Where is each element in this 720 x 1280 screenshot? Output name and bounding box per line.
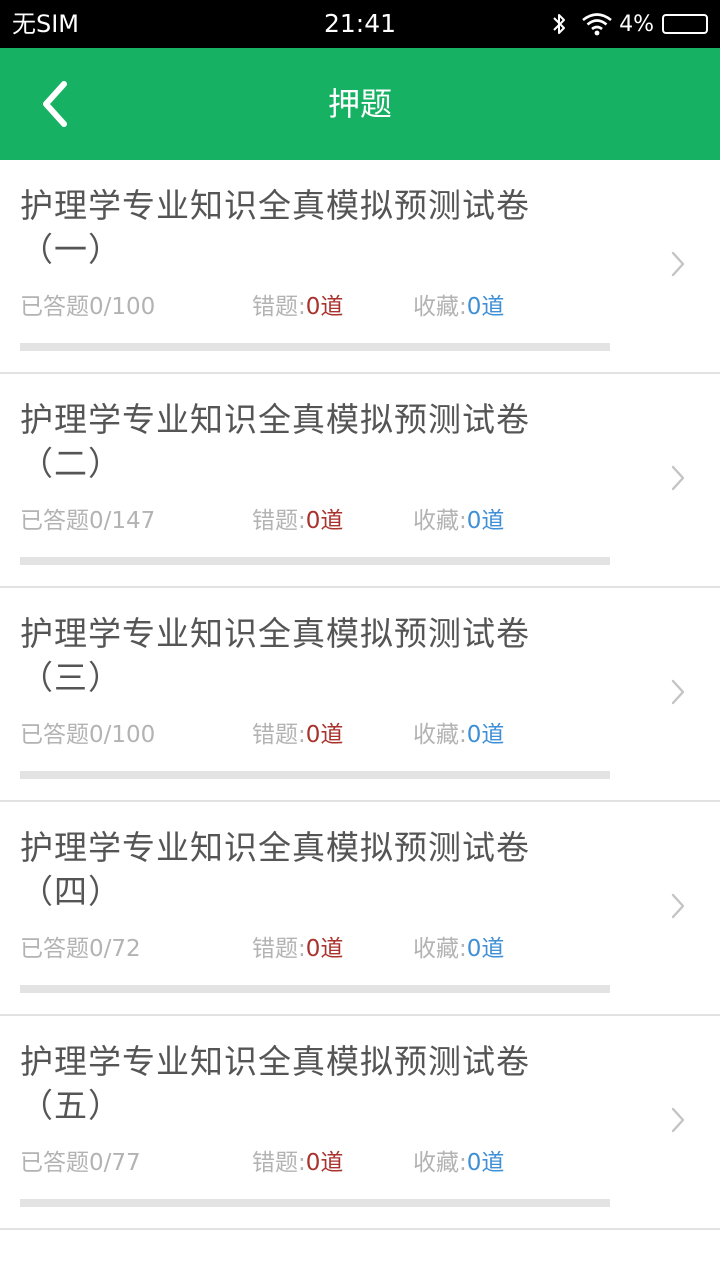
favorite-label: 收藏:	[413, 722, 467, 748]
paper-title: 护理学专业知识全真模拟预测试卷（二）	[20, 400, 530, 483]
wifi-icon	[582, 13, 612, 36]
favorite-value: 0道	[466, 1150, 505, 1176]
exam-paper-item[interactable]: 护理学专业知识全真模拟预测试卷（三） 已答题0/100 错题:0道 收藏:0道	[0, 588, 720, 802]
wrong-label: 错题:	[252, 722, 306, 748]
favorite-count: 收藏:0道	[413, 1148, 504, 1178]
wrong-label: 错题:	[252, 508, 306, 534]
wrong-count: 错题:0道	[252, 506, 343, 536]
status-indicators: 4%	[551, 10, 708, 38]
battery-icon	[662, 14, 708, 34]
favorite-count: 收藏:0道	[413, 720, 504, 750]
exam-paper-item[interactable]: 护理学专业知识全真模拟预测试卷（二） 已答题0/147 错题:0道 收藏:0道	[0, 374, 720, 588]
paper-title: 护理学专业知识全真模拟预测试卷（五）	[20, 1042, 530, 1125]
chevron-right-icon	[671, 465, 685, 491]
wrong-label: 错题:	[252, 294, 306, 320]
paper-title: 护理学专业知识全真模拟预测试卷（三）	[20, 614, 530, 697]
answered-count: 已答题0/77	[20, 1150, 141, 1176]
wrong-label: 错题:	[252, 1150, 306, 1176]
wrong-value: 0道	[305, 1150, 344, 1176]
favorite-count: 收藏:0道	[413, 506, 504, 536]
exam-paper-item[interactable]: 护理学专业知识全真模拟预测试卷（四） 已答题0/72 错题:0道 收藏:0道	[0, 802, 720, 1016]
answered-count: 已答题0/72	[20, 936, 141, 962]
progress-bar	[20, 557, 610, 565]
favorite-label: 收藏:	[413, 294, 467, 320]
page-title: 押题	[327, 85, 392, 123]
favorite-value: 0道	[466, 722, 505, 748]
wrong-value: 0道	[305, 508, 344, 534]
battery-percent: 4%	[619, 11, 654, 37]
chevron-right-icon	[671, 251, 685, 277]
app-bar: 押题	[0, 48, 720, 160]
wrong-value: 0道	[305, 722, 344, 748]
progress-bar	[20, 343, 610, 351]
exam-paper-item[interactable]: 护理学专业知识全真模拟预测试卷（五） 已答题0/77 错题:0道 收藏:0道	[0, 1016, 720, 1230]
paper-title: 护理学专业知识全真模拟预测试卷（一）	[20, 186, 530, 269]
wrong-count: 错题:0道	[252, 720, 343, 750]
status-bar: 无SIM 21:41 4%	[0, 0, 720, 48]
favorite-count: 收藏:0道	[413, 292, 504, 322]
answered-count: 已答题0/100	[20, 294, 156, 320]
chevron-right-icon	[671, 1107, 685, 1133]
chevron-right-icon	[671, 679, 685, 705]
wrong-count: 错题:0道	[252, 292, 343, 322]
exam-paper-list: 护理学专业知识全真模拟预测试卷（一） 已答题0/100 错题:0道 收藏:0道 …	[0, 160, 720, 1230]
wrong-count: 错题:0道	[252, 1148, 343, 1178]
wrong-count: 错题:0道	[252, 934, 343, 964]
wrong-value: 0道	[305, 294, 344, 320]
progress-bar	[20, 771, 610, 779]
favorite-label: 收藏:	[413, 508, 467, 534]
favorite-value: 0道	[466, 508, 505, 534]
bluetooth-icon	[553, 14, 566, 34]
paper-title: 护理学专业知识全真模拟预测试卷（四）	[20, 828, 530, 911]
progress-bar	[20, 1199, 610, 1207]
favorite-label: 收藏:	[413, 936, 467, 962]
favorite-label: 收藏:	[413, 1150, 467, 1176]
exam-paper-item[interactable]: 护理学专业知识全真模拟预测试卷（一） 已答题0/100 错题:0道 收藏:0道	[0, 160, 720, 374]
favorite-count: 收藏:0道	[413, 934, 504, 964]
answered-count: 已答题0/147	[20, 508, 156, 534]
answered-count: 已答题0/100	[20, 722, 156, 748]
favorite-value: 0道	[466, 294, 505, 320]
chevron-right-icon	[671, 893, 685, 919]
wrong-label: 错题:	[252, 936, 306, 962]
progress-bar	[20, 985, 610, 993]
wrong-value: 0道	[305, 936, 344, 962]
favorite-value: 0道	[466, 936, 505, 962]
